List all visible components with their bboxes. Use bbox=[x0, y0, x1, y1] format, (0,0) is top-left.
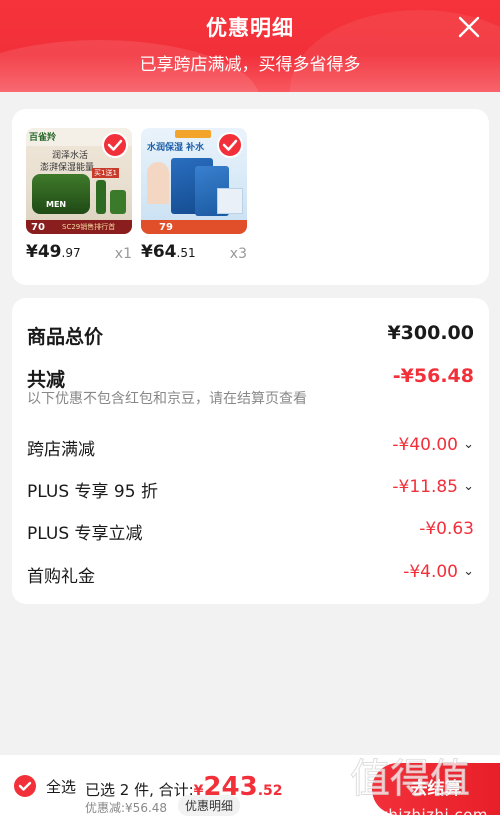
chevron-down-icon[interactable]: ⌄ bbox=[463, 564, 474, 579]
close-icon bbox=[458, 16, 480, 38]
discount-summary: 优惠减:¥56.48 bbox=[85, 801, 168, 815]
price-badge: 70 bbox=[31, 222, 45, 233]
discount-label: 跨店满减 bbox=[27, 440, 95, 460]
product-thumbnail[interactable]: 百雀羚 润泽水活 澎湃保湿能量 MEN 买1送1 70 SC29销售排行首 bbox=[26, 128, 132, 234]
discount-sheet: 百雀羚 润泽水活 澎湃保湿能量 MEN 买1送1 70 SC29销售排行首 ¥4… bbox=[0, 92, 500, 755]
discount-label: PLUS 专享立减 bbox=[27, 524, 143, 544]
checkout-button[interactable]: 去结算 bbox=[372, 763, 500, 815]
total-reduction-value: -¥56.48 bbox=[392, 365, 474, 387]
price-breakdown-card: 商品总价 ¥300.00 共减 -¥56.48 以下优惠不包含红包和京豆，请在结… bbox=[12, 298, 489, 604]
product-quantity: x1 bbox=[114, 246, 132, 262]
summary-prefix: 已选 2 件, 合计: bbox=[85, 781, 194, 799]
discount-value: -¥4.00 bbox=[403, 562, 458, 582]
discount-label: PLUS 专享 95 折 bbox=[27, 482, 158, 502]
product-slogan: 水润保湿 补水 bbox=[147, 143, 205, 153]
rank-text: SC29销售排行首 bbox=[62, 223, 116, 231]
mask-box-image bbox=[217, 188, 243, 214]
checkout-bar: 全选 已选 2 件, 合计:¥243.52 优惠减:¥56.48 优惠明细 去结… bbox=[0, 755, 500, 829]
product-thumbnail[interactable]: 水润保湿 补水 79 bbox=[141, 128, 247, 234]
tube-image bbox=[96, 180, 106, 214]
product-quantity: x3 bbox=[229, 246, 247, 262]
total-price-label: 商品总价 bbox=[27, 326, 104, 348]
page-title: 优惠明细 bbox=[206, 16, 294, 40]
product-card: 百雀羚 润泽水活 澎湃保湿能量 MEN 买1送1 70 SC29销售排行首 ¥4… bbox=[12, 109, 489, 285]
discount-value: -¥11.85 bbox=[392, 477, 458, 497]
total-price-value: ¥300.00 bbox=[387, 322, 474, 344]
close-button[interactable] bbox=[456, 14, 482, 40]
product-slogan-2: 澎湃保湿能量 bbox=[40, 163, 95, 173]
discount-value: -¥40.00 bbox=[392, 435, 458, 455]
bottle-image bbox=[110, 190, 126, 214]
selected-check[interactable] bbox=[217, 132, 243, 158]
checkmark-icon bbox=[18, 781, 32, 791]
checkmark-icon bbox=[107, 139, 123, 151]
selected-check[interactable] bbox=[102, 132, 128, 158]
discount-label: 首购礼金 bbox=[27, 567, 95, 587]
select-all-label[interactable]: 全选 bbox=[46, 776, 76, 797]
checkmark-icon bbox=[222, 139, 238, 151]
chevron-down-icon[interactable]: ⌄ bbox=[463, 479, 474, 494]
select-all-checkbox[interactable] bbox=[14, 775, 36, 797]
product-item[interactable]: 百雀羚 润泽水活 澎湃保湿能量 MEN 买1送1 70 SC29销售排行首 ¥4… bbox=[26, 128, 132, 262]
price-badge: 79 bbox=[159, 222, 173, 233]
brand-logo-text: 百雀羚 bbox=[29, 133, 57, 143]
model-photo bbox=[147, 162, 169, 204]
product-price: ¥64.51 bbox=[141, 242, 196, 262]
header-subtitle: 已享跨店满减，买得多省得多 bbox=[139, 55, 361, 75]
discount-value: -¥0.63 bbox=[419, 519, 474, 539]
product-item[interactable]: 水润保湿 补水 79 ¥64.51 x3 bbox=[141, 128, 247, 262]
discount-note: 以下优惠不包含红包和京豆，请在结算页查看 bbox=[27, 391, 307, 407]
promo-tag: 买1送1 bbox=[92, 168, 119, 178]
brand-tag bbox=[175, 130, 211, 138]
discount-detail-header: 优惠明细 已享跨店满减，买得多省得多 bbox=[0, 0, 500, 92]
chevron-down-icon[interactable]: ⌄ bbox=[463, 437, 474, 452]
product-price: ¥49.97 bbox=[26, 242, 81, 262]
product-name-mark: MEN bbox=[46, 200, 67, 209]
discount-detail-toggle[interactable]: 优惠明细 bbox=[178, 795, 241, 816]
